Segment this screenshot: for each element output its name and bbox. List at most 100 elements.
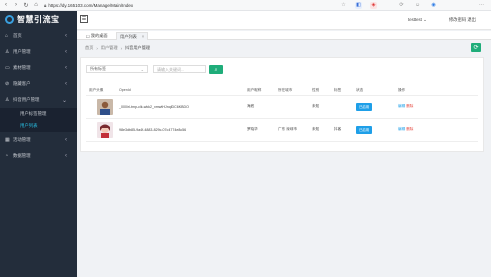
user-dropdown[interactable]: testtest ⌄ [408, 17, 427, 23]
tab-label: 我的桌面 [90, 33, 108, 38]
openid-cell: _000irl-tmp-clk-wkk2_xmwtHJnqlDC6KBDO [116, 95, 244, 119]
menu-toggle-icon[interactable]: ☰ [80, 15, 88, 23]
table-row: _000irl-tmp-clk-wkk2_xmwtHJnqlDC6KBDO 海底… [86, 95, 478, 119]
sidebar: 智慧引流宝 ⌂ 首页 ‹ ♙ 用户管理 ‹ ▭ 素材管理 ‹ ⊘ 隐藏客户 ‹ … [0, 11, 77, 277]
breadcrumb-home[interactable]: 首页 [85, 45, 93, 51]
sidebar-item-hidden-customers[interactable]: ⊘ 隐藏客户 ‹ [0, 76, 77, 92]
col-gender: 性别 [309, 86, 331, 96]
tab-user-list[interactable]: 用户列表 × [116, 32, 149, 40]
user-icon: ♙ [5, 49, 10, 55]
col-nickname: 用户昵称 [244, 86, 275, 96]
close-icon[interactable]: × [142, 34, 144, 39]
sidebar-item-data[interactable]: ◔ 数据管理 ‹ [0, 148, 77, 164]
tag-filter-select[interactable]: 所有标签 ⌄ [86, 65, 148, 73]
nickname-cell: 海底 [244, 95, 275, 119]
col-status: 状态 [353, 86, 395, 96]
calendar-icon: ▦ [5, 137, 10, 143]
sidebar-subitem-user-list[interactable]: 用户列表 [0, 120, 77, 132]
top-header: ☰ testtest ⌄ 修改密码 退出 [77, 11, 491, 30]
username: testtest [408, 17, 422, 22]
extension-icon[interactable]: ◧ [355, 1, 362, 9]
search-icon: ⌕ [214, 66, 218, 73]
globe-icon[interactable]: ◉ [430, 2, 437, 9]
breadcrumb-current: 抖音用户管理 [124, 45, 151, 50]
content-panel: 所有标签 ⌄ ⌕ 用户头像 OpenId 用户昵称 所在城市 性别 标签 状态 … [80, 57, 484, 152]
status-badge[interactable]: 已启用 [356, 125, 373, 134]
sidebar-item-label: 数据管理 [13, 153, 31, 158]
status-badge[interactable]: 已启用 [356, 102, 373, 111]
avatar [97, 98, 113, 115]
delete-link[interactable]: 删除 [406, 104, 413, 108]
sidebar-subitem-label: 用户列表 [20, 123, 38, 128]
nickname-cell: 罗晓华 [244, 118, 275, 142]
sync-icon[interactable]: ⟳ [398, 2, 405, 9]
star-icon[interactable]: ☆ [340, 2, 347, 9]
table-row: 98e3db85-9a4f-4883-829c-07c4774e8c56 罗晓华… [86, 118, 478, 142]
tab-desktop[interactable]: ☐ 我的桌面 [83, 32, 111, 40]
profile-icon[interactable]: ☺ [414, 2, 421, 9]
back-icon[interactable]: ‹ [2, 1, 10, 9]
tab-label: 用户列表 [120, 33, 137, 39]
sidebar-item-label: 抖音用户管理 [13, 97, 40, 102]
sidebar-item-activities[interactable]: ▦ 活动管理 ‹ [0, 132, 77, 148]
col-tag: 标签 [331, 86, 353, 96]
logo-text: 智慧引流宝 [17, 15, 60, 24]
gender-cell: 未知 [309, 118, 331, 142]
puzzle-icon[interactable]: ◈ [370, 1, 377, 9]
chevron-left-icon: ‹ [65, 153, 67, 159]
openid-cell: 98e3db85-9a4f-4883-829c-07c4774e8c56 [116, 118, 244, 142]
sidebar-submenu: 用户标签管理 用户列表 [0, 108, 77, 132]
chevron-left-icon: ‹ [65, 49, 67, 55]
edit-link[interactable]: 编辑 [398, 127, 405, 131]
sidebar-subitem-label: 用户标签管理 [20, 111, 47, 116]
col-city: 所在城市 [275, 86, 309, 96]
sidebar-subitem-tags[interactable]: 用户标签管理 [0, 108, 77, 120]
breadcrumb-level2[interactable]: 用户管理 [101, 45, 118, 51]
sidebar-item-label: 用户管理 [13, 49, 31, 54]
forward-icon[interactable]: › [12, 1, 20, 9]
eye-off-icon: ⊘ [5, 81, 10, 87]
desktop-icon: ☐ [86, 33, 90, 39]
refresh-button[interactable]: ⟳ [471, 43, 481, 52]
home-icon[interactable]: ⌂ [32, 1, 40, 9]
page-tabs: ☐ 我的桌面 用户列表 × [77, 31, 491, 40]
breadcrumb: 首页 › 用户管理 › 抖音用户管理 ⟳ [77, 42, 491, 54]
keyword-search-input[interactable] [153, 65, 206, 73]
col-actions: 操作 [395, 86, 478, 96]
avatar [97, 121, 113, 138]
sidebar-menu: ⌂ 首页 ‹ ♙ 用户管理 ‹ ▭ 素材管理 ‹ ⊘ 隐藏客户 ‹ ♙ 抖音用户… [0, 28, 77, 164]
tag-cell [331, 95, 353, 119]
breadcrumb-sep: › [96, 45, 98, 51]
user-table: 用户头像 OpenId 用户昵称 所在城市 性别 标签 状态 操作 _000ir… [86, 86, 478, 142]
sidebar-item-user-manage[interactable]: ♙ 用户管理 ‹ [0, 44, 77, 60]
home-icon: ⌂ [5, 33, 9, 39]
chevron-down-icon: ⌄ [61, 97, 67, 104]
sidebar-item-material[interactable]: ▭ 素材管理 ‹ [0, 60, 77, 76]
col-avatar: 用户头像 [86, 86, 116, 96]
app-logo: 智慧引流宝 [0, 11, 77, 28]
user-group-icon: ♙ [5, 97, 10, 103]
change-password-link[interactable]: 修改密码 退出 [449, 17, 476, 23]
more-icon[interactable]: ⋯ [478, 2, 485, 9]
search-button[interactable]: ⌕ [209, 65, 223, 74]
chevron-left-icon: ‹ [65, 65, 67, 71]
col-openid: OpenId [116, 86, 244, 96]
url-text: https://dy.165103.com/Manage/Main/Index [48, 2, 134, 8]
sidebar-item-douyin-users[interactable]: ♙ 抖音用户管理 ⌄ [0, 92, 77, 108]
sidebar-item-label: 素材管理 [13, 65, 31, 70]
sidebar-item-label: 首页 [13, 33, 22, 38]
reload-icon[interactable]: ↻ [22, 1, 30, 9]
tag-filter-value: 所有标签 [90, 66, 106, 71]
chevron-left-icon: ‹ [65, 33, 67, 39]
gender-cell: 未知 [309, 95, 331, 119]
sidebar-item-home[interactable]: ⌂ 首页 ‹ [0, 28, 77, 44]
lock-icon: 🔒︎ [44, 2, 47, 8]
edit-link[interactable]: 编辑 [398, 104, 405, 108]
breadcrumb-sep: › [120, 45, 122, 51]
city-cell: 广东 深圳市 [275, 118, 309, 142]
logo-icon [5, 15, 14, 24]
delete-link[interactable]: 删除 [406, 127, 413, 131]
chevron-down-icon: ⌄ [423, 17, 427, 22]
chevron-left-icon: ‹ [65, 81, 67, 87]
address-bar[interactable]: 🔒︎ https://dy.165103.com/Manage/Main/Ind… [44, 1, 244, 9]
